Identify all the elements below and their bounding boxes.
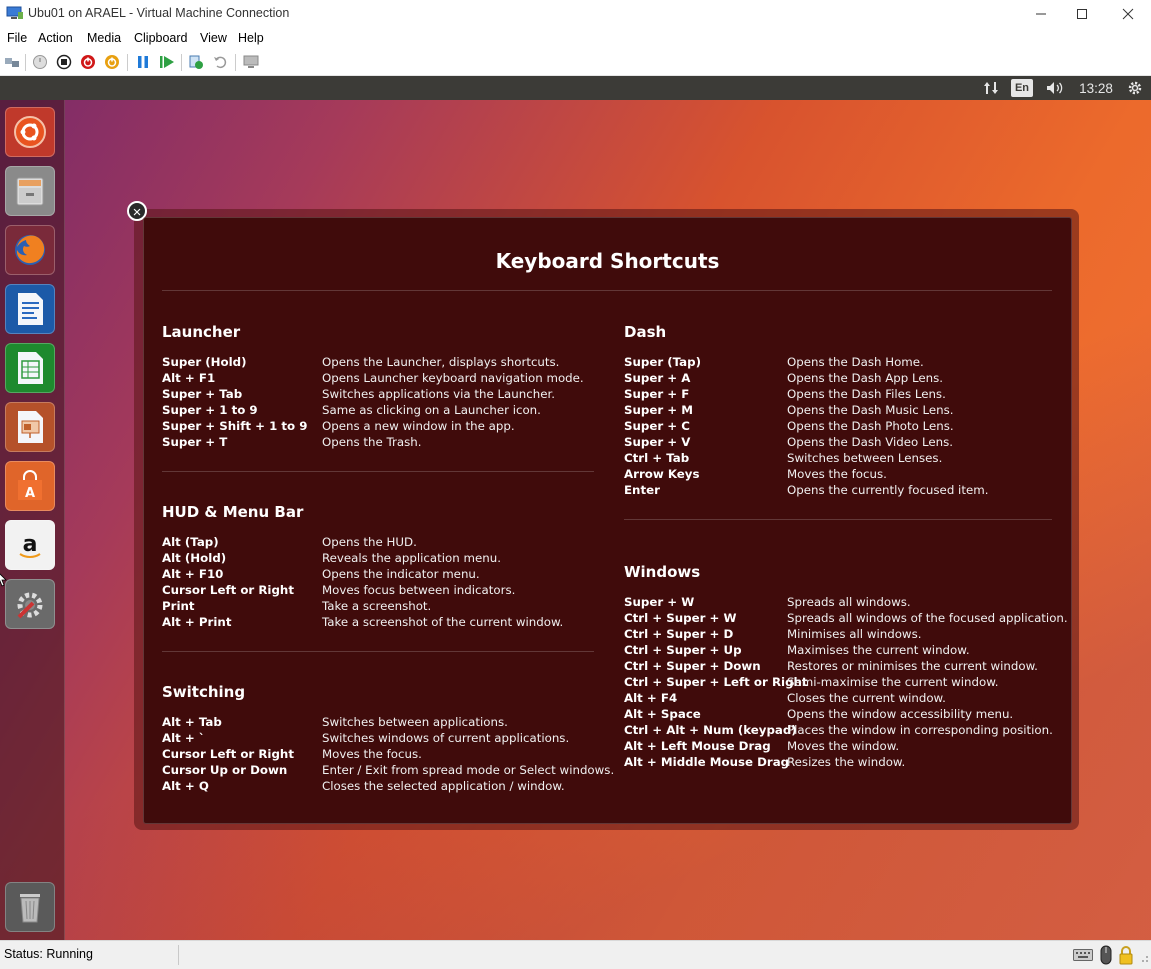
pause-icon[interactable] [135, 54, 151, 70]
session-gear-icon[interactable] [1125, 79, 1145, 97]
lock-icon [1119, 946, 1133, 965]
launcher-dash-home[interactable] [5, 107, 55, 157]
ctrl-alt-del-icon[interactable] [4, 54, 20, 70]
close-icon[interactable] [1105, 0, 1151, 28]
start-icon[interactable] [32, 54, 48, 70]
mouse-icon [1100, 945, 1112, 965]
section-title-dash: Dash [624, 323, 667, 341]
menu-bar: File Action Media Clipboard View Help [0, 28, 1151, 49]
menu-help[interactable]: Help [238, 31, 264, 45]
launcher-amazon[interactable]: a [5, 520, 55, 570]
svg-text:a: a [23, 532, 38, 557]
section-title-switching: Switching [162, 683, 246, 701]
minimize-icon[interactable] [1018, 0, 1064, 28]
launcher-trash[interactable] [5, 882, 55, 932]
amazon-logo-icon: a [19, 532, 41, 558]
ubuntu-logo-icon [14, 116, 46, 148]
trash-icon [20, 894, 40, 923]
section-divider [162, 471, 594, 472]
launcher-libreoffice-writer[interactable] [5, 284, 55, 334]
section-title-launcher: Launcher [162, 323, 241, 341]
window-title: Ubu01 on ARAEL - Virtual Machine Connect… [28, 6, 290, 20]
calc-spreadsheet-icon [18, 352, 43, 384]
launcher-system-settings[interactable] [5, 579, 55, 629]
checkpoint-icon[interactable] [188, 54, 204, 70]
turn-off-icon[interactable] [56, 54, 72, 70]
menu-view[interactable]: View [200, 31, 227, 45]
reset-icon[interactable] [159, 54, 175, 70]
launcher-firefox[interactable] [5, 225, 55, 275]
section-divider [162, 651, 594, 652]
title-bar: Ubu01 on ARAEL - Virtual Machine Connect… [0, 0, 1151, 28]
launcher-ubuntu-software[interactable]: A [5, 461, 55, 511]
toolbar [0, 49, 1151, 76]
keyboard-shortcuts-overlay: Keyboard Shortcuts Launcher Super (Hold)… [143, 217, 1072, 824]
keyboard-layout-indicator[interactable]: En [1011, 79, 1033, 97]
resize-grip-icon[interactable] [1137, 951, 1149, 963]
launcher-libreoffice-impress[interactable] [5, 402, 55, 452]
impress-presentation-icon [18, 411, 43, 443]
vm-connection-icon [6, 6, 23, 19]
section-title-windows: Windows [624, 563, 701, 581]
writer-document-icon [18, 293, 43, 325]
volume-icon[interactable] [1043, 79, 1067, 97]
status-bar: Status: Running [0, 940, 1151, 969]
svg-text:A: A [25, 486, 35, 501]
save-icon[interactable] [104, 54, 120, 70]
section-title-hud: HUD & Menu Bar [162, 503, 304, 521]
status-text: Status: Running [4, 947, 93, 961]
title-divider [162, 290, 1052, 291]
enhanced-session-icon[interactable] [243, 54, 259, 70]
file-cabinet-icon [16, 177, 44, 206]
top-panel: En 13:28 [0, 76, 1151, 100]
launcher: A a [0, 100, 65, 940]
launcher-files[interactable] [5, 166, 55, 216]
shopping-bag-icon: A [18, 470, 42, 501]
menu-clipboard[interactable]: Clipboard [134, 31, 188, 45]
menu-action[interactable]: Action [38, 31, 73, 45]
maximize-icon[interactable] [1059, 0, 1105, 28]
firefox-icon [15, 235, 45, 265]
menu-media[interactable]: Media [87, 31, 121, 45]
launcher-libreoffice-calc[interactable] [5, 343, 55, 393]
settings-gear-wrench-icon [17, 592, 43, 619]
network-icon[interactable] [981, 79, 1001, 97]
section-divider [624, 519, 1052, 520]
mouse-pointer-icon [0, 573, 7, 587]
keyboard-icon [1073, 949, 1093, 961]
vm-screen[interactable]: En 13:28 A a × Keyboard Shortcuts Launch… [0, 76, 1151, 940]
overlay-title: Keyboard Shortcuts [495, 249, 720, 273]
menu-file[interactable]: File [7, 31, 27, 45]
revert-icon[interactable] [212, 54, 228, 70]
clock[interactable]: 13:28 [1076, 79, 1116, 97]
shut-down-icon[interactable] [80, 54, 96, 70]
